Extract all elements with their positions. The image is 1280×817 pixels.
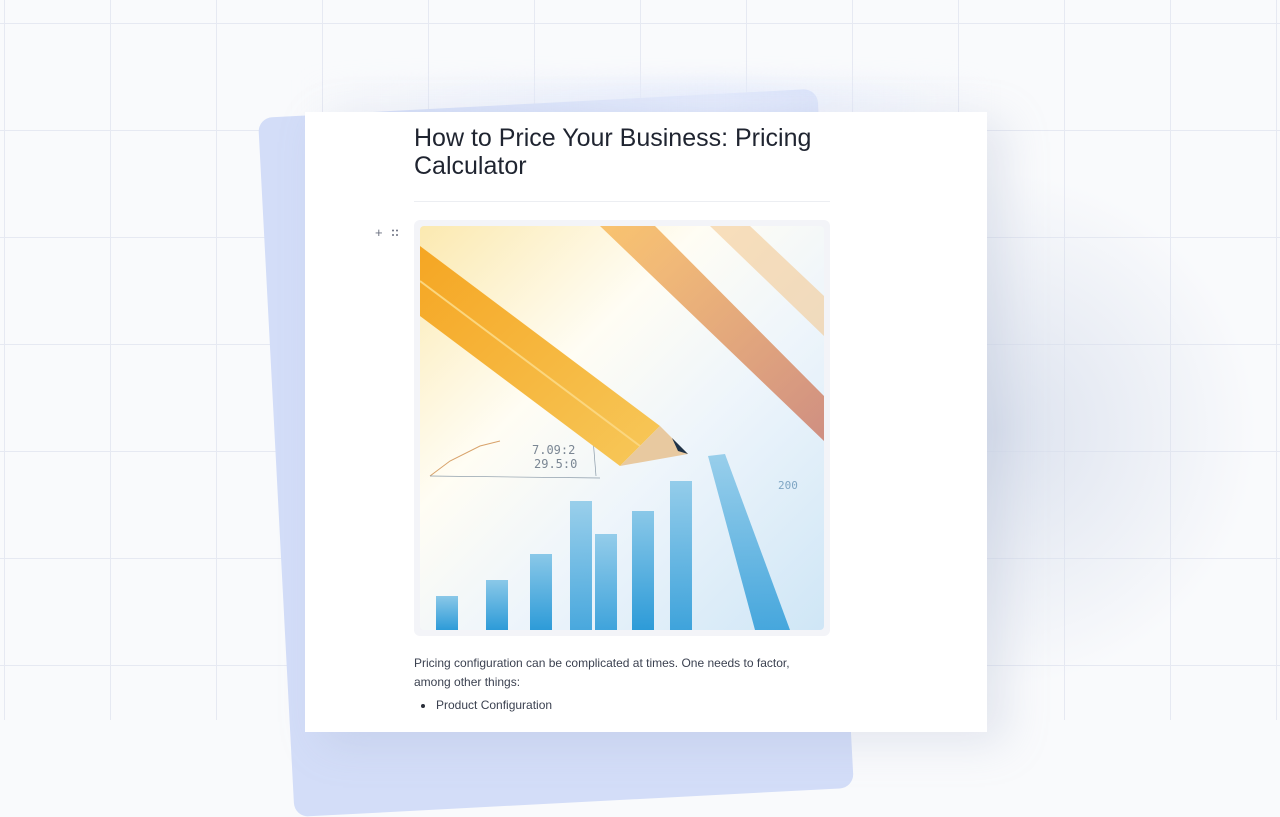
drag-handle-icon[interactable]	[391, 226, 398, 240]
image-block[interactable]: 7.09:2 29.5:0 200	[414, 220, 830, 636]
pencil-chart-image: 7.09:2 29.5:0 200	[420, 226, 824, 630]
document-page: How to Price Your Business: Pricing Calc…	[305, 112, 987, 732]
svg-text:29.5:0: 29.5:0	[534, 457, 577, 471]
svg-text:7.09:2: 7.09:2	[532, 443, 575, 457]
list-item[interactable]: Product Configuration	[414, 696, 552, 715]
intro-paragraph[interactable]: Pricing configuration can be complicated…	[414, 654, 824, 692]
document-title[interactable]: How to Price Your Business: Pricing Calc…	[414, 124, 834, 180]
list-item-label: Product Configuration	[436, 698, 553, 712]
block-controls: +	[375, 226, 398, 240]
svg-text:200: 200	[778, 479, 798, 492]
bullet-list: Product Configuration	[414, 696, 552, 715]
plus-icon[interactable]: +	[375, 226, 383, 239]
title-divider	[414, 201, 830, 202]
bullet-icon	[421, 703, 425, 708]
